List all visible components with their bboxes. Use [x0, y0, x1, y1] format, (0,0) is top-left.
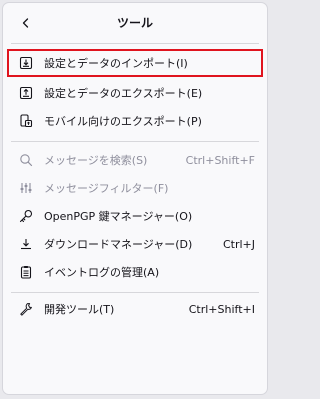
- message-search-label: メッセージを検索(S): [44, 154, 148, 167]
- download-manager-item[interactable]: ダウンロードマネージャー(D) Ctrl+J: [9, 232, 261, 256]
- sliders-icon: [18, 180, 34, 196]
- export-settings-label: 設定とデータのエクスポート(E): [44, 87, 203, 100]
- message-filters-label: メッセージフィルター(F): [44, 182, 169, 195]
- openpgp-key-manager-label: OpenPGP 鍵マネージャー(O): [44, 210, 193, 223]
- search-icon: [18, 152, 34, 168]
- divider: [11, 43, 259, 44]
- message-search-shortcut: Ctrl+Shift+F: [185, 153, 255, 167]
- download-manager-shortcut: Ctrl+J: [222, 237, 255, 251]
- export-settings-item[interactable]: 設定とデータのエクスポート(E): [9, 81, 261, 105]
- openpgp-key-manager-item[interactable]: OpenPGP 鍵マネージャー(O): [9, 204, 261, 228]
- import-tray-icon: [18, 55, 34, 71]
- dev-tools-item[interactable]: 開発ツール(T) Ctrl+Shift+I: [9, 297, 261, 321]
- divider: [11, 292, 259, 293]
- export-tray-icon: [18, 85, 34, 101]
- download-manager-label: ダウンロードマネージャー(D): [44, 238, 193, 251]
- key-icon: [18, 208, 34, 224]
- import-settings-label: 設定とデータのインポート(I): [44, 57, 188, 70]
- activity-manager-label: イベントログの管理(A): [44, 266, 160, 279]
- download-icon: [18, 236, 34, 252]
- divider: [11, 141, 259, 142]
- clipboard-list-icon: [18, 264, 34, 280]
- import-settings-item[interactable]: 設定とデータのインポート(I): [7, 49, 263, 77]
- message-filters-item[interactable]: メッセージフィルター(F): [9, 176, 261, 200]
- wrench-icon: [18, 301, 34, 317]
- menu-header: ツール: [3, 3, 267, 43]
- tools-menu-panel: ツール 設定とデータのインポート(I) 設定とデータのエクスポート(E) モバイ…: [2, 2, 268, 395]
- message-search-item[interactable]: メッセージを検索(S) Ctrl+Shift+F: [9, 148, 261, 172]
- dev-tools-label: 開発ツール(T): [44, 303, 115, 316]
- mobile-export-item[interactable]: モバイル向けのエクスポート(P): [9, 109, 261, 133]
- mobile-export-label: モバイル向けのエクスポート(P): [44, 115, 202, 128]
- dev-tools-shortcut: Ctrl+Shift+I: [188, 302, 255, 316]
- mobile-export-icon: [18, 113, 34, 129]
- menu-title: ツール: [116, 16, 153, 30]
- activity-manager-item[interactable]: イベントログの管理(A): [9, 260, 261, 284]
